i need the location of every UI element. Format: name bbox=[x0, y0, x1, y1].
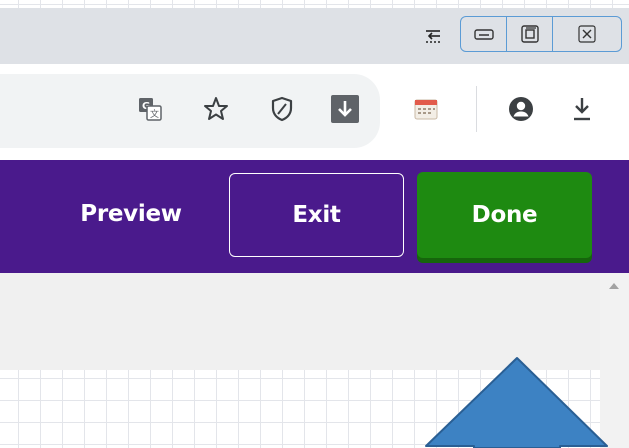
account-icon bbox=[509, 97, 533, 121]
star-icon bbox=[204, 97, 228, 120]
download-icon bbox=[574, 98, 590, 121]
translate-icon: G 文 bbox=[139, 98, 162, 121]
shield-extension-button[interactable] bbox=[266, 93, 298, 125]
up-arrow-annotation bbox=[425, 357, 608, 448]
restore-button[interactable] bbox=[507, 17, 553, 51]
downloads-button[interactable] bbox=[566, 93, 598, 125]
preview-button[interactable]: Preview bbox=[66, 186, 196, 242]
calendar-extension-button[interactable] bbox=[411, 96, 441, 122]
scroll-up-icon[interactable] bbox=[609, 283, 619, 289]
shield-icon bbox=[271, 96, 293, 122]
address-bar[interactable] bbox=[0, 74, 380, 148]
svg-text:文: 文 bbox=[150, 108, 159, 120]
exit-button[interactable]: Exit bbox=[229, 173, 404, 257]
pin-icon[interactable] bbox=[422, 26, 444, 48]
browser-titlebar bbox=[0, 8, 629, 64]
editor-action-bar: Preview Exit Done bbox=[0, 160, 629, 273]
minimize-button[interactable] bbox=[461, 17, 507, 51]
done-button[interactable]: Done bbox=[417, 172, 592, 258]
download-extension-button[interactable] bbox=[328, 92, 362, 126]
calendar-extension-icon bbox=[414, 99, 438, 120]
minimize-icon bbox=[473, 29, 494, 40]
close-icon bbox=[578, 25, 596, 43]
toolbar-divider bbox=[476, 86, 477, 132]
close-button[interactable] bbox=[553, 17, 621, 51]
download-box-icon bbox=[331, 95, 359, 123]
browser-toolbar: G 文 bbox=[0, 64, 629, 160]
window-controls bbox=[460, 16, 622, 52]
translate-button[interactable]: G 文 bbox=[134, 93, 166, 125]
profile-button[interactable] bbox=[505, 93, 537, 125]
bookmark-button[interactable] bbox=[200, 93, 232, 125]
restore-icon bbox=[520, 25, 539, 43]
